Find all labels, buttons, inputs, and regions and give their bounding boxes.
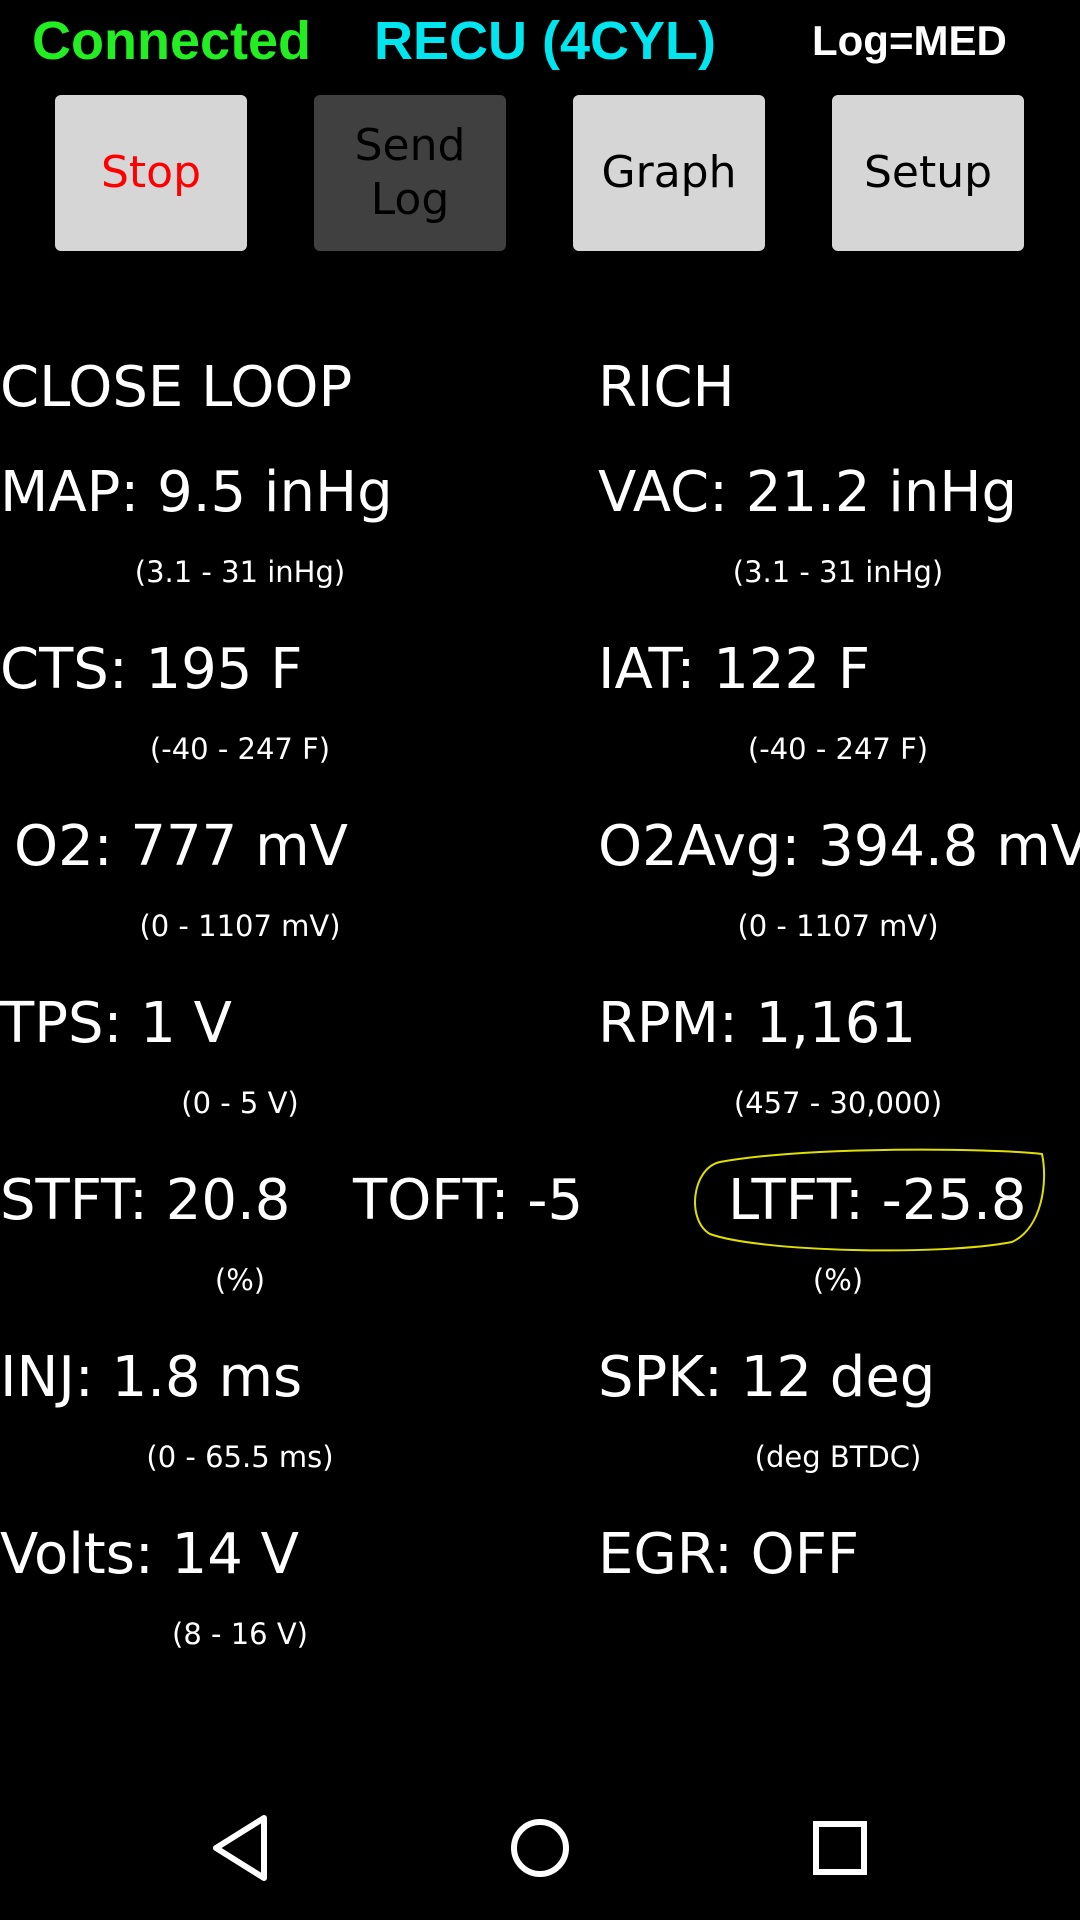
spk-value: SPK: 12 deg [598, 1345, 936, 1410]
ltft-value: LTFT: -25.8 [728, 1168, 1027, 1233]
o2avg-value: O2Avg: 394.8 mV [598, 814, 1080, 879]
recents-square-icon[interactable] [802, 1810, 878, 1886]
spk-range: (deg BTDC) [754, 1440, 922, 1474]
vac-range: (3.1 - 31 inHg) [732, 555, 944, 589]
toft-value: TOFT: -5 [353, 1168, 584, 1233]
home-circle-icon[interactable] [502, 1810, 578, 1886]
rpm-range: (457 - 30,000) [733, 1086, 943, 1120]
stop-button[interactable]: Stop [55, 95, 247, 251]
connection-status: Connected [32, 11, 312, 71]
send-log-button[interactable]: Send Log [314, 95, 506, 251]
iat-range: (-40 - 247 F) [747, 732, 929, 766]
setup-button[interactable]: Setup [832, 95, 1024, 251]
cts-range: (-40 - 247 F) [149, 732, 331, 766]
graph-button[interactable]: Graph [573, 95, 765, 251]
loop-status: CLOSE LOOP [0, 355, 353, 420]
stft-value: STFT: 20.8 [0, 1168, 291, 1233]
tps-range: (0 - 5 V) [181, 1086, 299, 1120]
o2-value: O2: 777 mV [14, 814, 348, 879]
volts-value: Volts: 14 V [0, 1522, 299, 1587]
ltft-range: (%) [812, 1263, 864, 1297]
map-value: MAP: 9.5 inHg [0, 460, 393, 525]
egr-value: EGR: OFF [598, 1522, 860, 1587]
ecu-type: RECU (4CYL) [374, 11, 717, 71]
volts-range: (8 - 16 V) [172, 1617, 308, 1651]
back-triangle-icon[interactable] [202, 1810, 278, 1886]
mixture-status: RICH [598, 355, 735, 420]
rpm-value: RPM: 1,161 [598, 991, 916, 1056]
vac-value: VAC: 21.2 inHg [598, 460, 1018, 525]
map-range: (3.1 - 31 inHg) [134, 555, 346, 589]
inj-value: INJ: 1.8 ms [0, 1345, 303, 1410]
cts-value: CTS: 195 F [0, 637, 303, 702]
o2avg-range: (0 - 1107 mV) [737, 909, 939, 943]
o2-range: (0 - 1107 mV) [139, 909, 341, 943]
tps-value: TPS: 1 V [0, 991, 232, 1056]
inj-range: (0 - 65.5 ms) [146, 1440, 334, 1474]
log-level[interactable]: Log=MED [812, 8, 1007, 74]
iat-value: IAT: 122 F [598, 637, 871, 702]
stft-range: (%) [214, 1263, 266, 1297]
